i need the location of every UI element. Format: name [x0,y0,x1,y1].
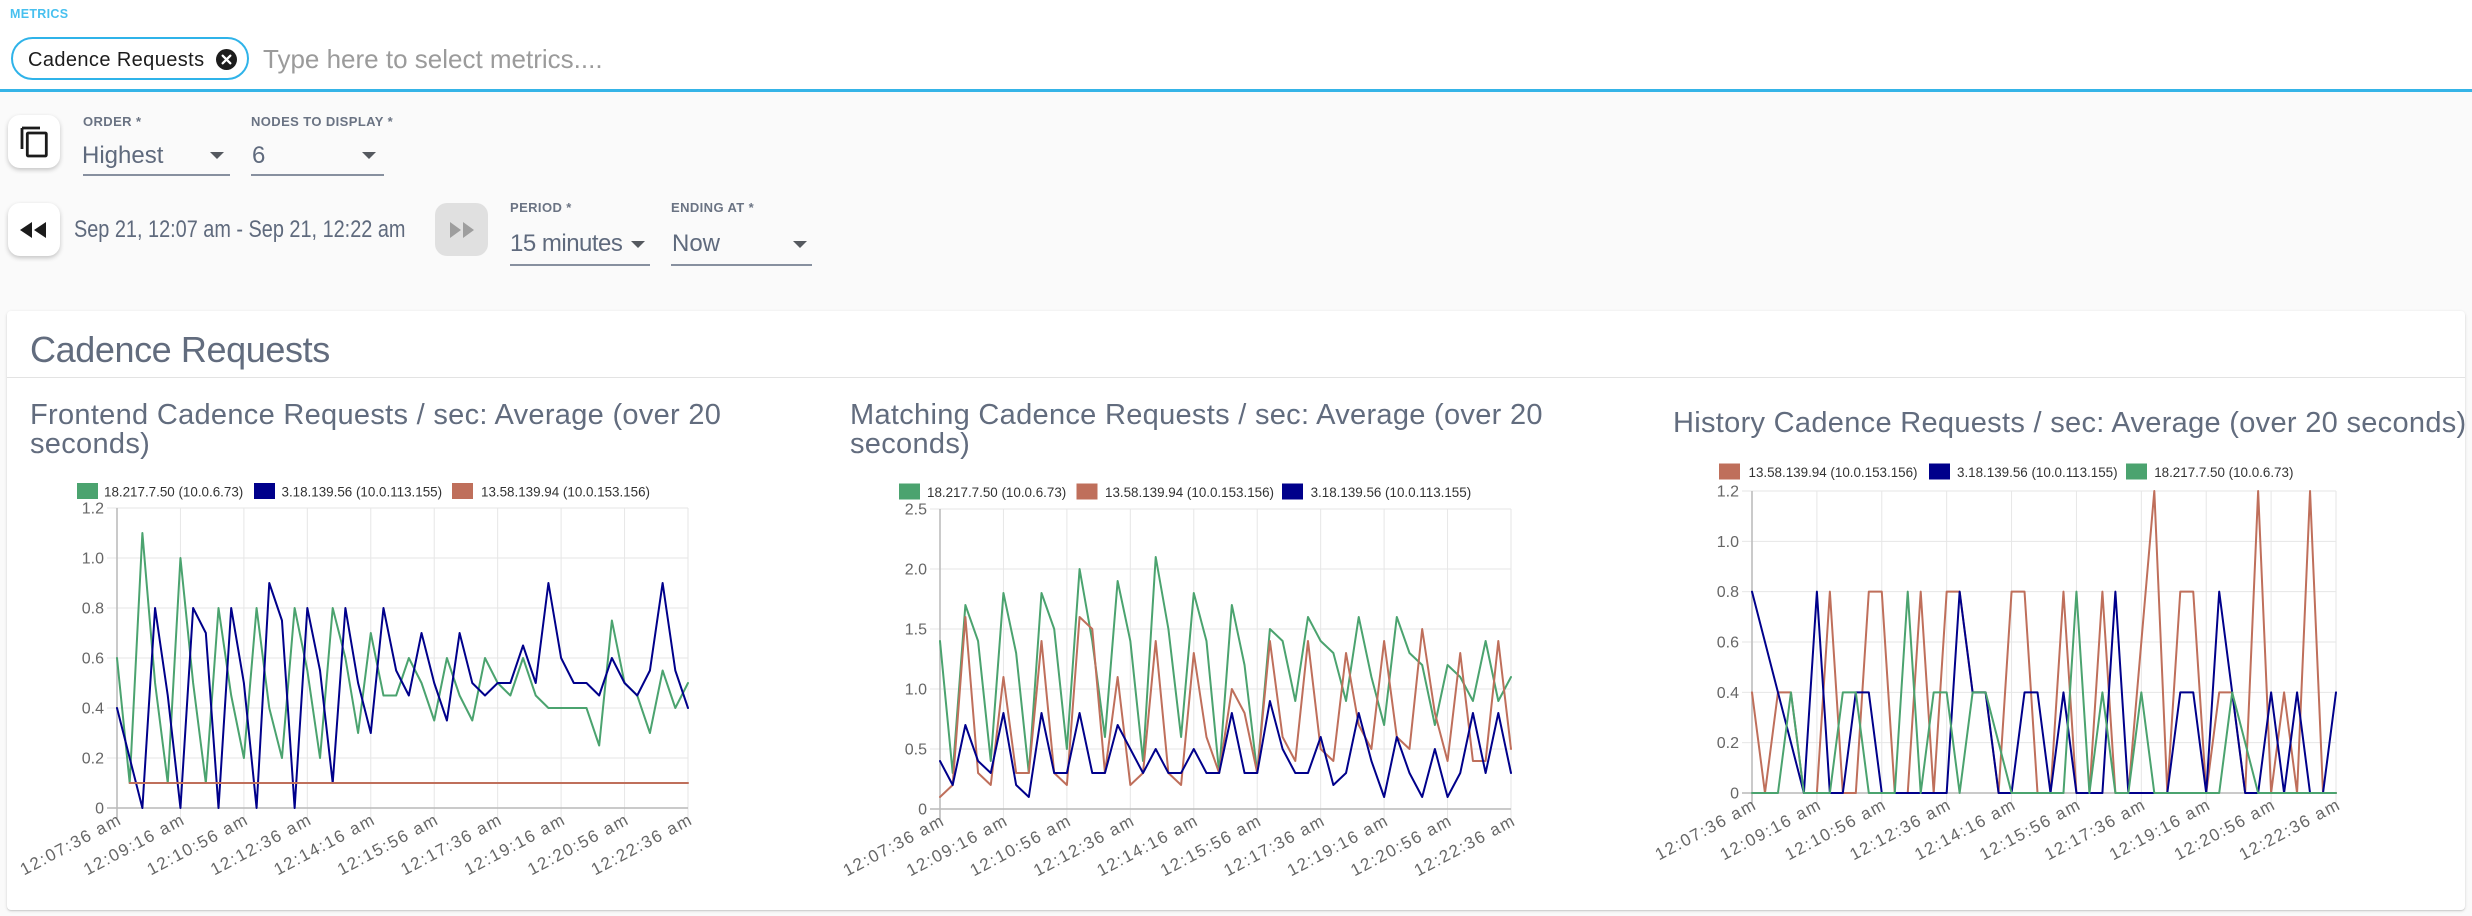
svg-text:0.2: 0.2 [82,751,104,768]
svg-text:0: 0 [1730,786,1739,803]
svg-text:1.5: 1.5 [905,622,927,639]
svg-text:0.6: 0.6 [1717,635,1739,652]
svg-text:0: 0 [95,801,104,818]
svg-text:0: 0 [918,802,927,819]
svg-text:18.217.7.50 (10.0.6.73): 18.217.7.50 (10.0.6.73) [104,485,243,500]
svg-text:18.217.7.50 (10.0.6.73): 18.217.7.50 (10.0.6.73) [927,485,1066,500]
svg-text:2.5: 2.5 [905,502,927,519]
svg-text:1.0: 1.0 [1717,534,1739,551]
svg-text:0.4: 0.4 [1717,685,1739,702]
svg-text:1.0: 1.0 [82,551,104,568]
svg-text:1.0: 1.0 [905,682,927,699]
svg-text:13.58.139.94 (10.0.153.156): 13.58.139.94 (10.0.153.156) [1105,485,1274,500]
svg-text:0.4: 0.4 [82,701,104,718]
svg-text:0.8: 0.8 [1717,584,1739,601]
svg-text:13.58.139.94 (10.0.153.156): 13.58.139.94 (10.0.153.156) [1749,465,1918,480]
svg-text:0.5: 0.5 [905,742,927,759]
svg-text:2.0: 2.0 [905,562,927,579]
svg-text:1.2: 1.2 [1717,484,1739,501]
svg-text:0.8: 0.8 [82,601,104,618]
svg-text:1.2: 1.2 [82,501,104,518]
svg-text:3.18.139.56 (10.0.113.155): 3.18.139.56 (10.0.113.155) [1311,485,1472,500]
svg-text:13.58.139.94 (10.0.153.156): 13.58.139.94 (10.0.153.156) [481,485,650,500]
svg-text:3.18.139.56 (10.0.113.155): 3.18.139.56 (10.0.113.155) [282,485,443,500]
svg-text:18.217.7.50 (10.0.6.73): 18.217.7.50 (10.0.6.73) [2154,465,2293,480]
svg-text:0.2: 0.2 [1717,735,1739,752]
svg-text:3.18.139.56 (10.0.113.155): 3.18.139.56 (10.0.113.155) [1957,465,2118,480]
svg-text:0.6: 0.6 [82,651,104,668]
